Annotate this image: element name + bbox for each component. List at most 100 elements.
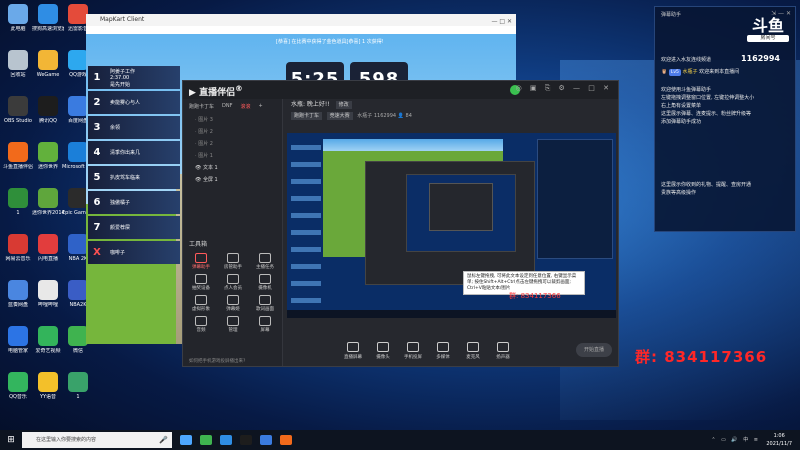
source-button[interactable]: 摄像头 [371,341,395,360]
taskbar-clock[interactable]: 1:06 2021/11/7 [766,432,792,448]
desktop-icon[interactable]: 1 [62,372,94,400]
app-pin-icon[interactable] [200,435,212,445]
game-title-bar[interactable]: MapKart Client — □ ✕ [86,14,516,26]
app-main: 水瓶: 晚上好!! 修改 跑跑卡丁车 竞速大赛 水瓶子 1162994 👤 84… [283,99,618,366]
eye-icon[interactable]: 👁 [195,177,203,183]
category-chip[interactable]: 竞速大赛 [326,112,353,120]
player-name-text: 咖啡子 [110,250,126,256]
toolbox-item[interactable]: 弹幕助手 [185,253,217,270]
source-button[interactable]: 麦克风 [461,341,485,360]
scene-source-item[interactable]: 👁 文本 1 [183,162,282,174]
desktop-icon[interactable]: 1 [2,188,34,216]
desktop-icon[interactable]: 斗鱼直播伴侣 [2,142,34,170]
desktop-icon[interactable]: 电脑管家 [2,326,34,354]
toolbox-item[interactable]: 屏幕 [249,316,281,333]
preview-qq-text: 群: 834117366 [509,292,561,300]
toolbox-item[interactable]: 管理 [217,316,249,333]
scene-source-item[interactable]: · 图片 2 [183,126,282,138]
source-button[interactable]: 扬声器 [491,341,515,360]
toolbox-item[interactable]: 主播任务 [249,253,281,270]
toolbox-item[interactable]: 音频 [185,316,217,333]
app-icon [8,96,28,116]
desktop-icon-label: 哔哩哔哩 [37,302,58,308]
desktop-icon[interactable]: 网易云音乐 [2,234,34,262]
desktop-icon[interactable]: 此电脑 [2,4,34,32]
source-button[interactable]: 多媒体 [431,341,455,360]
desktop-icon[interactable]: 迷你世界2014.06 [32,188,64,216]
app-icon [38,372,58,392]
source-button[interactable]: 手机投屏 [401,341,425,360]
app-title-bar[interactable]: ▶ 直播伴侣® ◎ ▣ ⎘ ⚙ — □ ✕ [183,81,618,99]
desktop-icon[interactable]: QQ音乐 [2,372,34,400]
toolbox-item[interactable]: 点人会员 [217,274,249,291]
toolbox-item[interactable]: 弹幕姬 [217,295,249,312]
scene-tab[interactable]: DNF [222,103,232,110]
windows-start-icon[interactable]: ⊞ [0,435,22,445]
desktop-icon[interactable]: YY语音 [32,372,64,400]
desktop-icon[interactable]: 腾讯QQ [32,96,64,124]
edit-title-button[interactable]: 修改 [335,101,352,109]
app-icon [8,188,28,208]
ranking-row: 7 颜爱荐屎 [88,216,180,239]
desktop-icon-label: 1 [16,210,20,216]
tool-label: 音频 [196,328,206,333]
desktop-icon[interactable]: 蓝奏网盘 [2,280,34,308]
desktop-icon-label: 闪电直播 [37,256,58,262]
tool-label: 弹幕姬 [226,307,240,312]
desktop-icon[interactable]: 闪电直播 [32,234,64,262]
desktop-icon[interactable]: 搜狗高速浏览器 [32,4,64,32]
app-icon [8,372,28,392]
scene-source-label: 图片 1 [198,153,213,159]
scene-source-item[interactable]: · 图片 3 [183,114,282,126]
eye-icon[interactable]: 👁 [195,165,203,171]
gift-line: 这里展示你收到的礼物、提醒、查房开通 [661,182,752,188]
app-icon [68,142,88,162]
edge-pin-icon[interactable] [260,435,272,445]
stream-preview[interactable]: 鼠标左键拖拽, 可将此文本设定到任意位置, 右键显示菜单; 按住Shift+Al… [287,133,616,318]
phone-cast-hint[interactable]: 如何把手机游戏投屏播出来? [189,358,245,364]
rank-number: 7 [93,222,101,233]
taskbar-search-input[interactable]: 在这里输入你要搜索的内容 🎤 [22,432,172,448]
tool-icon [227,253,239,263]
desktop-icon[interactable]: 爱奇艺视频 [32,326,64,354]
qq-pin-icon[interactable] [240,435,252,445]
source-button[interactable]: 直播屏幕 [341,341,365,360]
scene-tab[interactable]: 跑跑卡丁车 [189,103,214,110]
add-scene-button[interactable]: + [259,103,263,110]
desktop-icon-label: WeGame [36,72,60,78]
toolbox-item[interactable]: 歌词画面 [249,295,281,312]
toolbox-item[interactable]: 抽奖设备 [185,274,217,291]
scene-source-item[interactable]: · 图片 1 [183,150,282,162]
app-icon [68,234,88,254]
scene-tab[interactable]: 滚滚 [240,103,250,110]
player-name-text: 独傲橘子 [110,200,131,206]
streamer-pin-icon[interactable] [280,435,292,445]
app-window-controls[interactable]: ◎ ▣ ⎘ ⚙ — □ ✕ [516,84,612,93]
ranking-tagline: 是先开始 [110,81,131,88]
desktop-icon[interactable]: 哔哩哔哩 [32,280,64,308]
scene-tabs[interactable]: 跑跑卡丁车 DNF 滚滚 + [183,99,282,114]
scene-source-item[interactable]: 👁 全屏 1 [183,174,282,186]
browser-pin-icon[interactable] [220,435,232,445]
toolbox-item[interactable]: 虚拟形象 [185,295,217,312]
desktop-icon[interactable]: OBS Studio [2,96,34,124]
desktop-icons: 此电脑 搜狗高速浏览器 迅雷影音 回收站 WeGame QQ游戏 OBS Studio 腾讯Q… [0,0,100,420]
category-chip[interactable]: 跑跑卡丁车 [291,112,323,120]
desktop-icon[interactable]: 迷你世界 [32,142,64,170]
game-window-controls[interactable]: — □ ✕ [491,16,512,28]
scene-source-item[interactable]: · 图片 2 [183,138,282,150]
tool-icon [227,295,239,305]
player-name-text: 扒皮驾车临来 [110,175,141,181]
desktop-icon[interactable]: WeGame [32,50,64,78]
task-view-icon[interactable] [180,435,192,445]
tool-label: 弹幕助手 [192,265,210,270]
streamer-app-window[interactable]: ▶ 直播伴侣® ◎ ▣ ⎘ ⚙ — □ ✕ 跑跑卡丁车 DNF 滚滚 + · 图片 3… [182,80,619,367]
toolbox-item[interactable]: 房管助手 [217,253,249,270]
toolbox-item[interactable]: 摄像机 [249,274,281,291]
danmaku-panel[interactable]: 弹幕助手 ⇲ — ✕ 斗鱼 房间号 1162994 欢迎进入水友连线频道 🦉 L… [654,6,796,232]
desktop-icon[interactable]: 回收站 [2,50,34,78]
system-tray[interactable]: ⌃ ▭ 🔊 中 ≡ [711,436,760,443]
rank-number: 6 [93,197,101,208]
start-stream-button[interactable]: 开始直播 [576,343,612,357]
microphone-icon[interactable]: 🎤 [159,432,168,448]
